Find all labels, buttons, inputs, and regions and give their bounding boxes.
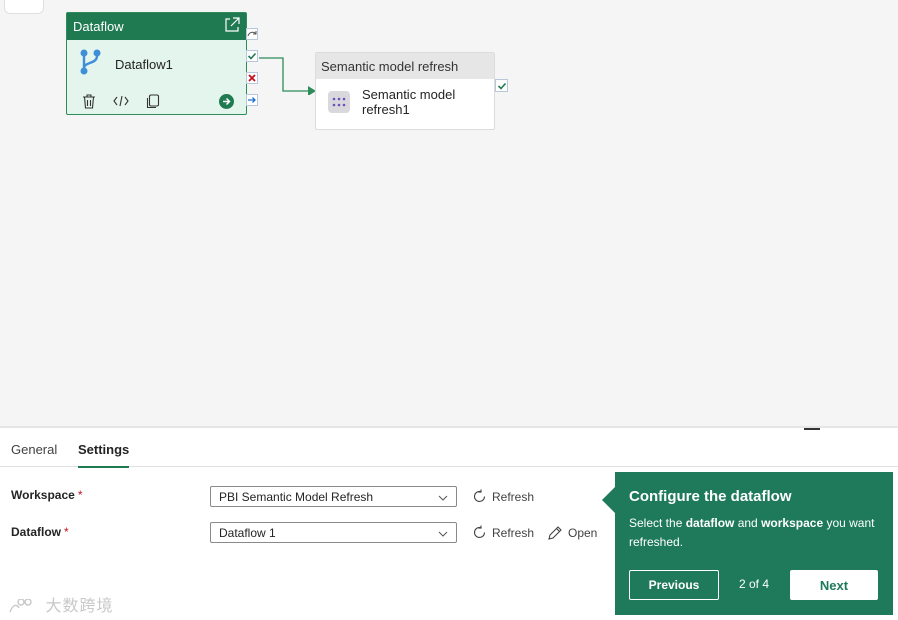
go-arrow-icon[interactable] bbox=[218, 93, 234, 109]
pipeline-canvas[interactable]: Dataflow Dataflow1 Semantic model refres… bbox=[0, 0, 898, 428]
refresh-icon bbox=[473, 525, 486, 538]
success-connector-icon[interactable] bbox=[246, 50, 258, 62]
semantic-name-line2: refresh1 bbox=[362, 102, 410, 117]
dataflow-card-title: Dataflow bbox=[73, 19, 124, 34]
semantic-model-icon bbox=[328, 91, 350, 113]
dataflow-value: Dataflow 1 bbox=[219, 526, 276, 540]
bubble-title: Configure the dataflow bbox=[629, 488, 792, 505]
semantic-success-connector-icon[interactable] bbox=[495, 79, 508, 92]
tab-general[interactable]: General bbox=[11, 442, 57, 457]
properties-tabs: General Settings bbox=[0, 430, 898, 468]
tab-settings[interactable]: Settings bbox=[78, 442, 130, 468]
workspace-refresh-button[interactable]: Refresh bbox=[472, 489, 534, 504]
fail-connector-icon[interactable] bbox=[246, 72, 258, 84]
dataflow-dropdown[interactable]: Dataflow 1 bbox=[210, 522, 457, 543]
code-icon[interactable] bbox=[113, 93, 129, 109]
semantic-model-activity-card[interactable]: Semantic model refresh Semantic model re… bbox=[315, 52, 495, 130]
open-external-icon[interactable] bbox=[224, 17, 240, 36]
dataflow-refresh-button[interactable]: Refresh bbox=[472, 525, 534, 540]
next-button[interactable]: Next bbox=[790, 570, 878, 600]
bubble-text: Select the dataflow and workspace you wa… bbox=[629, 516, 875, 549]
watermark-logo: 大数跨境 bbox=[8, 592, 113, 616]
dataflow-activity-name: Dataflow1 bbox=[115, 57, 173, 72]
workspace-value: PBI Semantic Model Refresh bbox=[219, 490, 374, 504]
workspace-label: Workspace * bbox=[11, 488, 83, 502]
watermark-glyph-icon bbox=[9, 598, 32, 613]
semantic-activity-name: Semantic model refresh1 bbox=[362, 87, 455, 117]
previous-button[interactable]: Previous bbox=[629, 570, 719, 600]
chevron-down-icon bbox=[438, 491, 448, 505]
success-connector-line[interactable] bbox=[258, 55, 318, 95]
chevron-down-icon bbox=[438, 527, 448, 541]
completion-connector-icon[interactable] bbox=[246, 94, 258, 106]
dataflow-activity-card[interactable]: Dataflow Dataflow1 bbox=[66, 12, 247, 115]
step-counter: 2 of 4 bbox=[739, 577, 770, 591]
skip-connector-icon[interactable] bbox=[246, 28, 258, 40]
dataflow-label: Dataflow * bbox=[11, 525, 69, 539]
canvas-corner-tab bbox=[4, 0, 44, 14]
copy-icon[interactable] bbox=[145, 93, 161, 109]
dataflow-card-header: Dataflow bbox=[67, 13, 246, 40]
semantic-card-header: Semantic model refresh bbox=[316, 53, 494, 79]
pencil-icon bbox=[548, 526, 562, 540]
teaching-bubble: Configure the dataflow Select the datafl… bbox=[602, 472, 893, 615]
workspace-dropdown[interactable]: PBI Semantic Model Refresh bbox=[210, 486, 457, 507]
delete-icon[interactable] bbox=[81, 93, 97, 109]
semantic-name-line1: Semantic model bbox=[362, 87, 456, 102]
dataflow-icon bbox=[79, 48, 103, 81]
dataflow-open-button[interactable]: Open bbox=[547, 525, 597, 541]
refresh-icon bbox=[473, 489, 486, 502]
